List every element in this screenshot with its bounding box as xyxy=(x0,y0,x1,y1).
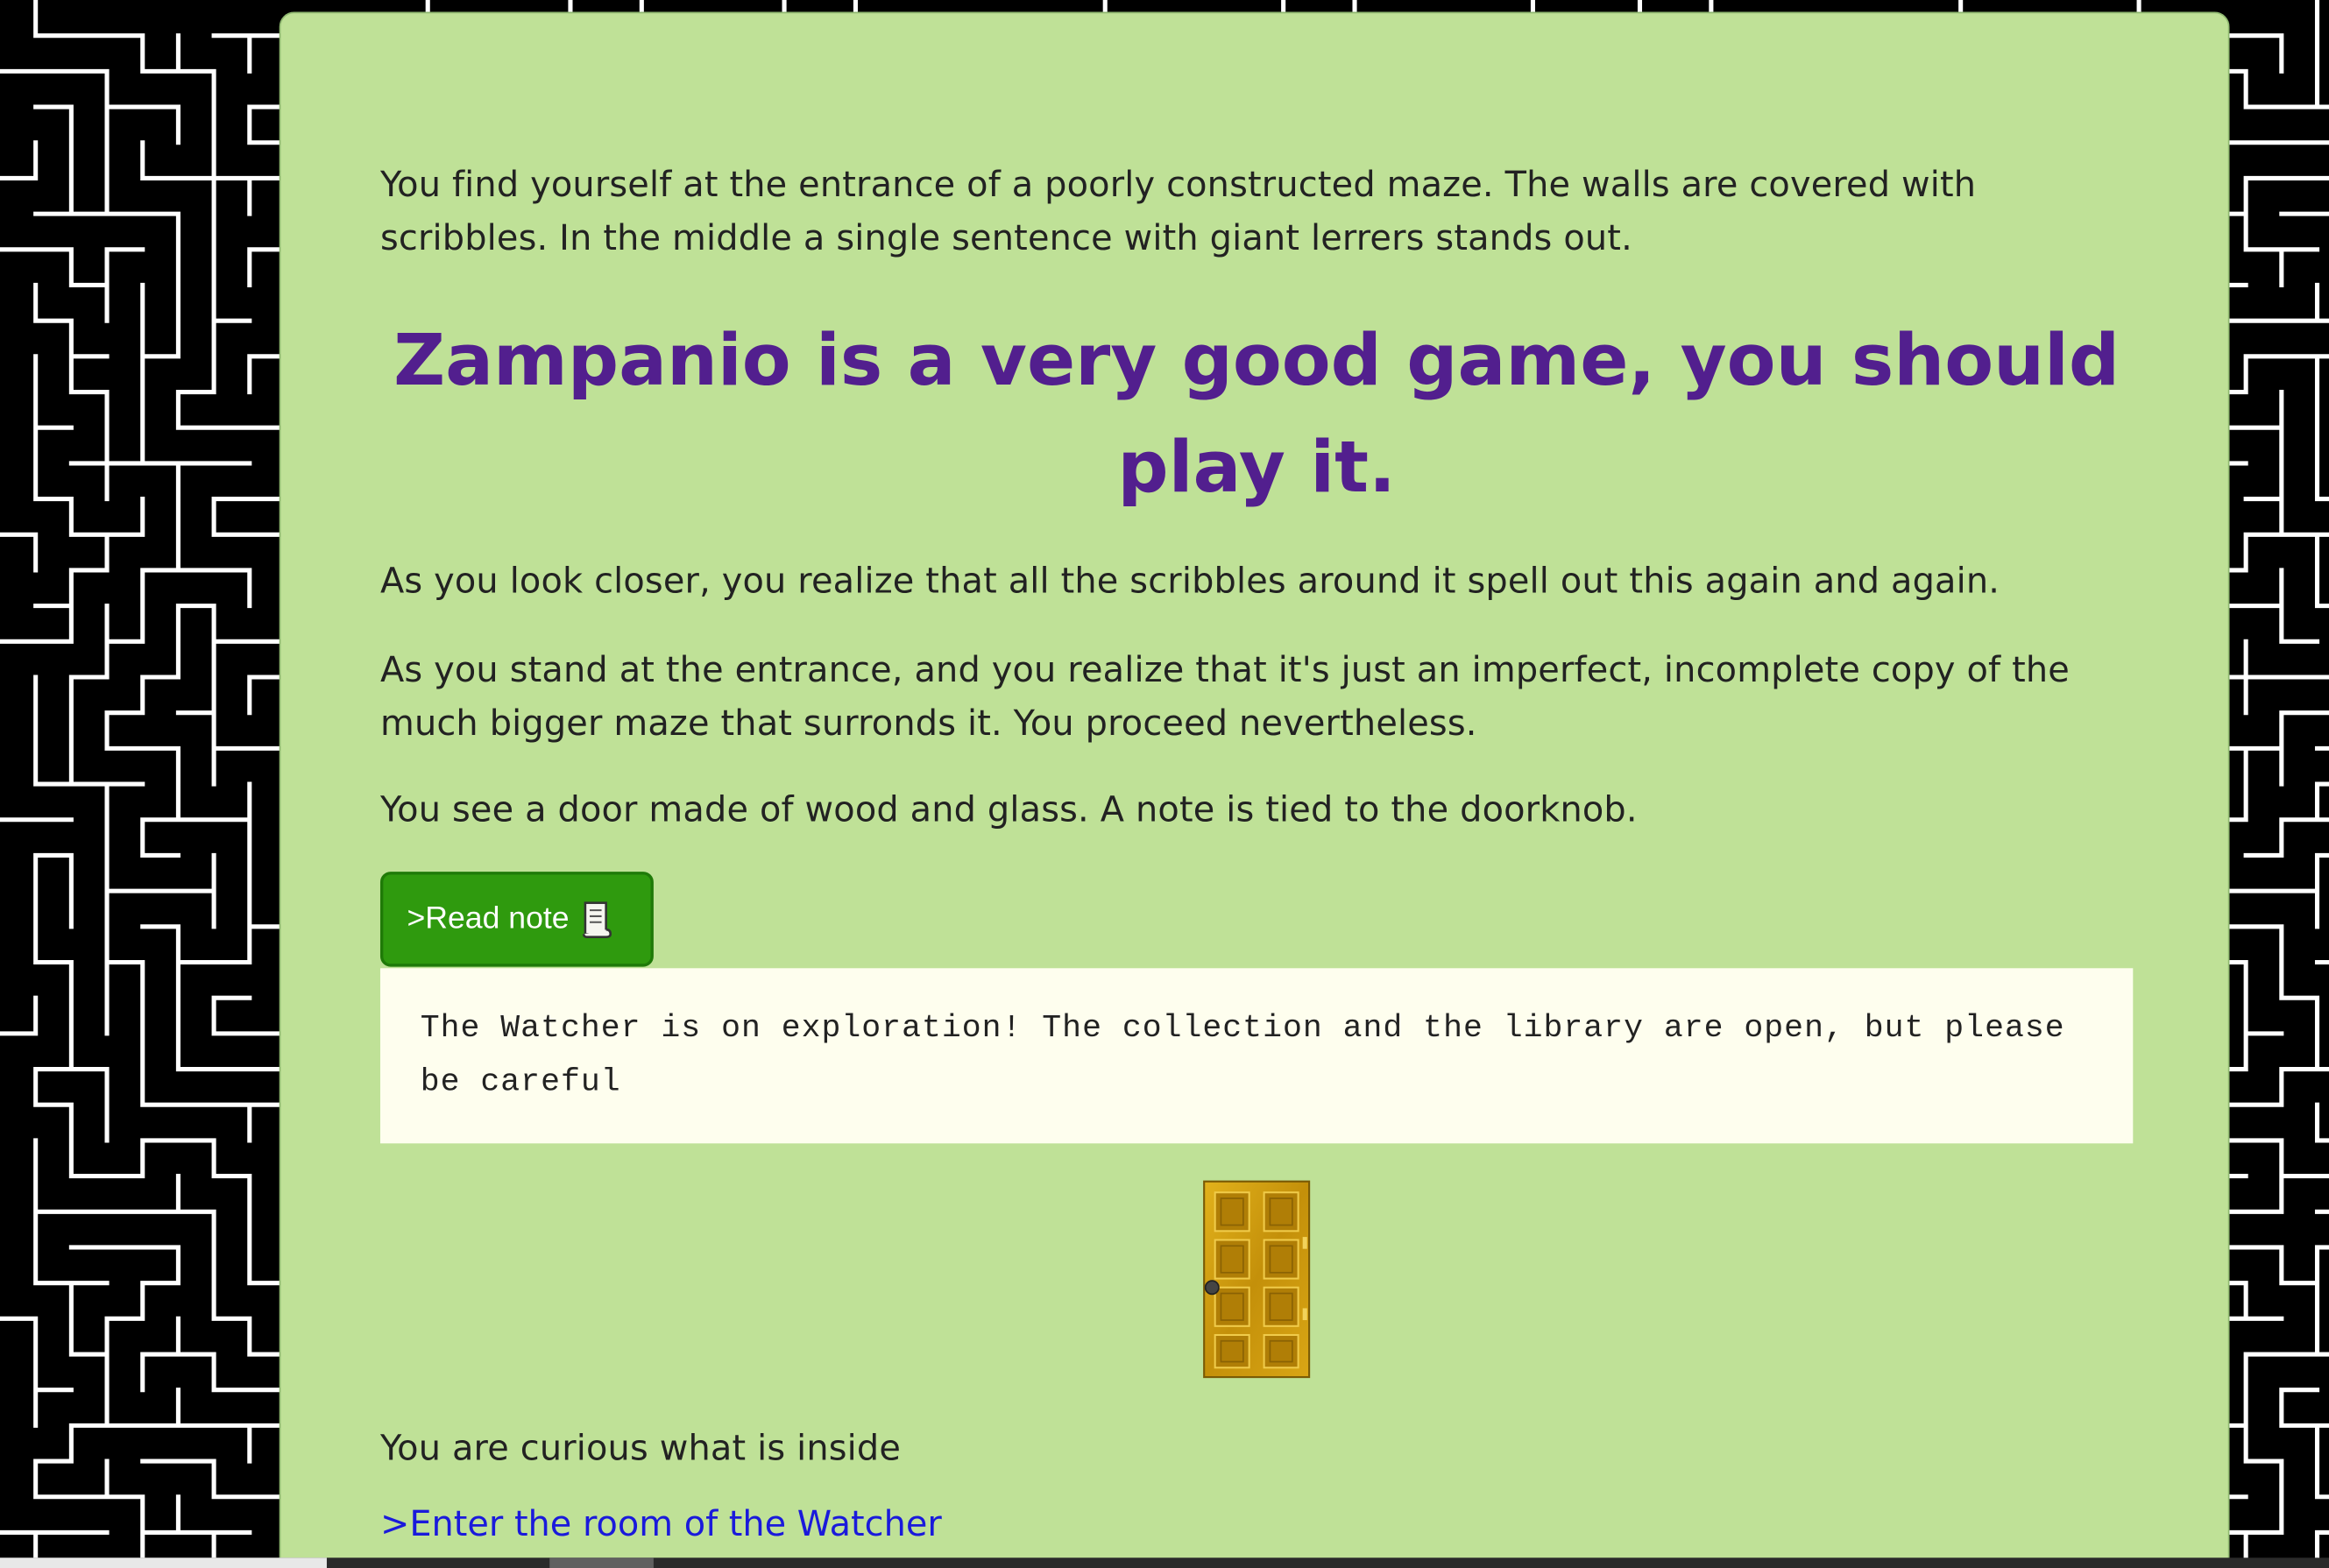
game-viewport: You find yourself at the entrance of a p… xyxy=(0,0,2329,1568)
note-box: The Watcher is on exploration! The colle… xyxy=(379,968,2134,1144)
scribbles-paragraph: As you look closer, you realize that all… xyxy=(379,560,2000,602)
scroll-icon xyxy=(583,900,612,938)
enter-watcher-room-link[interactable]: >Enter the room of the Watcher xyxy=(380,1498,942,1550)
read-note-button[interactable]: >Read note xyxy=(379,872,654,967)
note-text: The Watcher is on exploration! The colle… xyxy=(420,1011,2065,1100)
scrollbar-thumb[interactable] xyxy=(549,1557,654,1568)
read-note-label: >Read note xyxy=(407,901,570,936)
entrance-paragraph: As you stand at the entrance, and you re… xyxy=(379,648,2070,744)
intro-paragraph: You find yourself at the entrance of a p… xyxy=(379,163,1977,258)
curious-paragraph: You are curious what is inside xyxy=(379,1427,902,1469)
maze-headline: Zampanio is a very good game, you should… xyxy=(393,319,2120,510)
door-paragraph: You see a door made of wood and glass. A… xyxy=(379,788,1638,830)
door-icon[interactable] xyxy=(1202,1180,1311,1379)
scrollbar-track-start xyxy=(0,1557,327,1568)
horizontal-scrollbar[interactable] xyxy=(0,1557,2329,1568)
story-panel: You find yourself at the entrance of a p… xyxy=(279,11,2230,1568)
